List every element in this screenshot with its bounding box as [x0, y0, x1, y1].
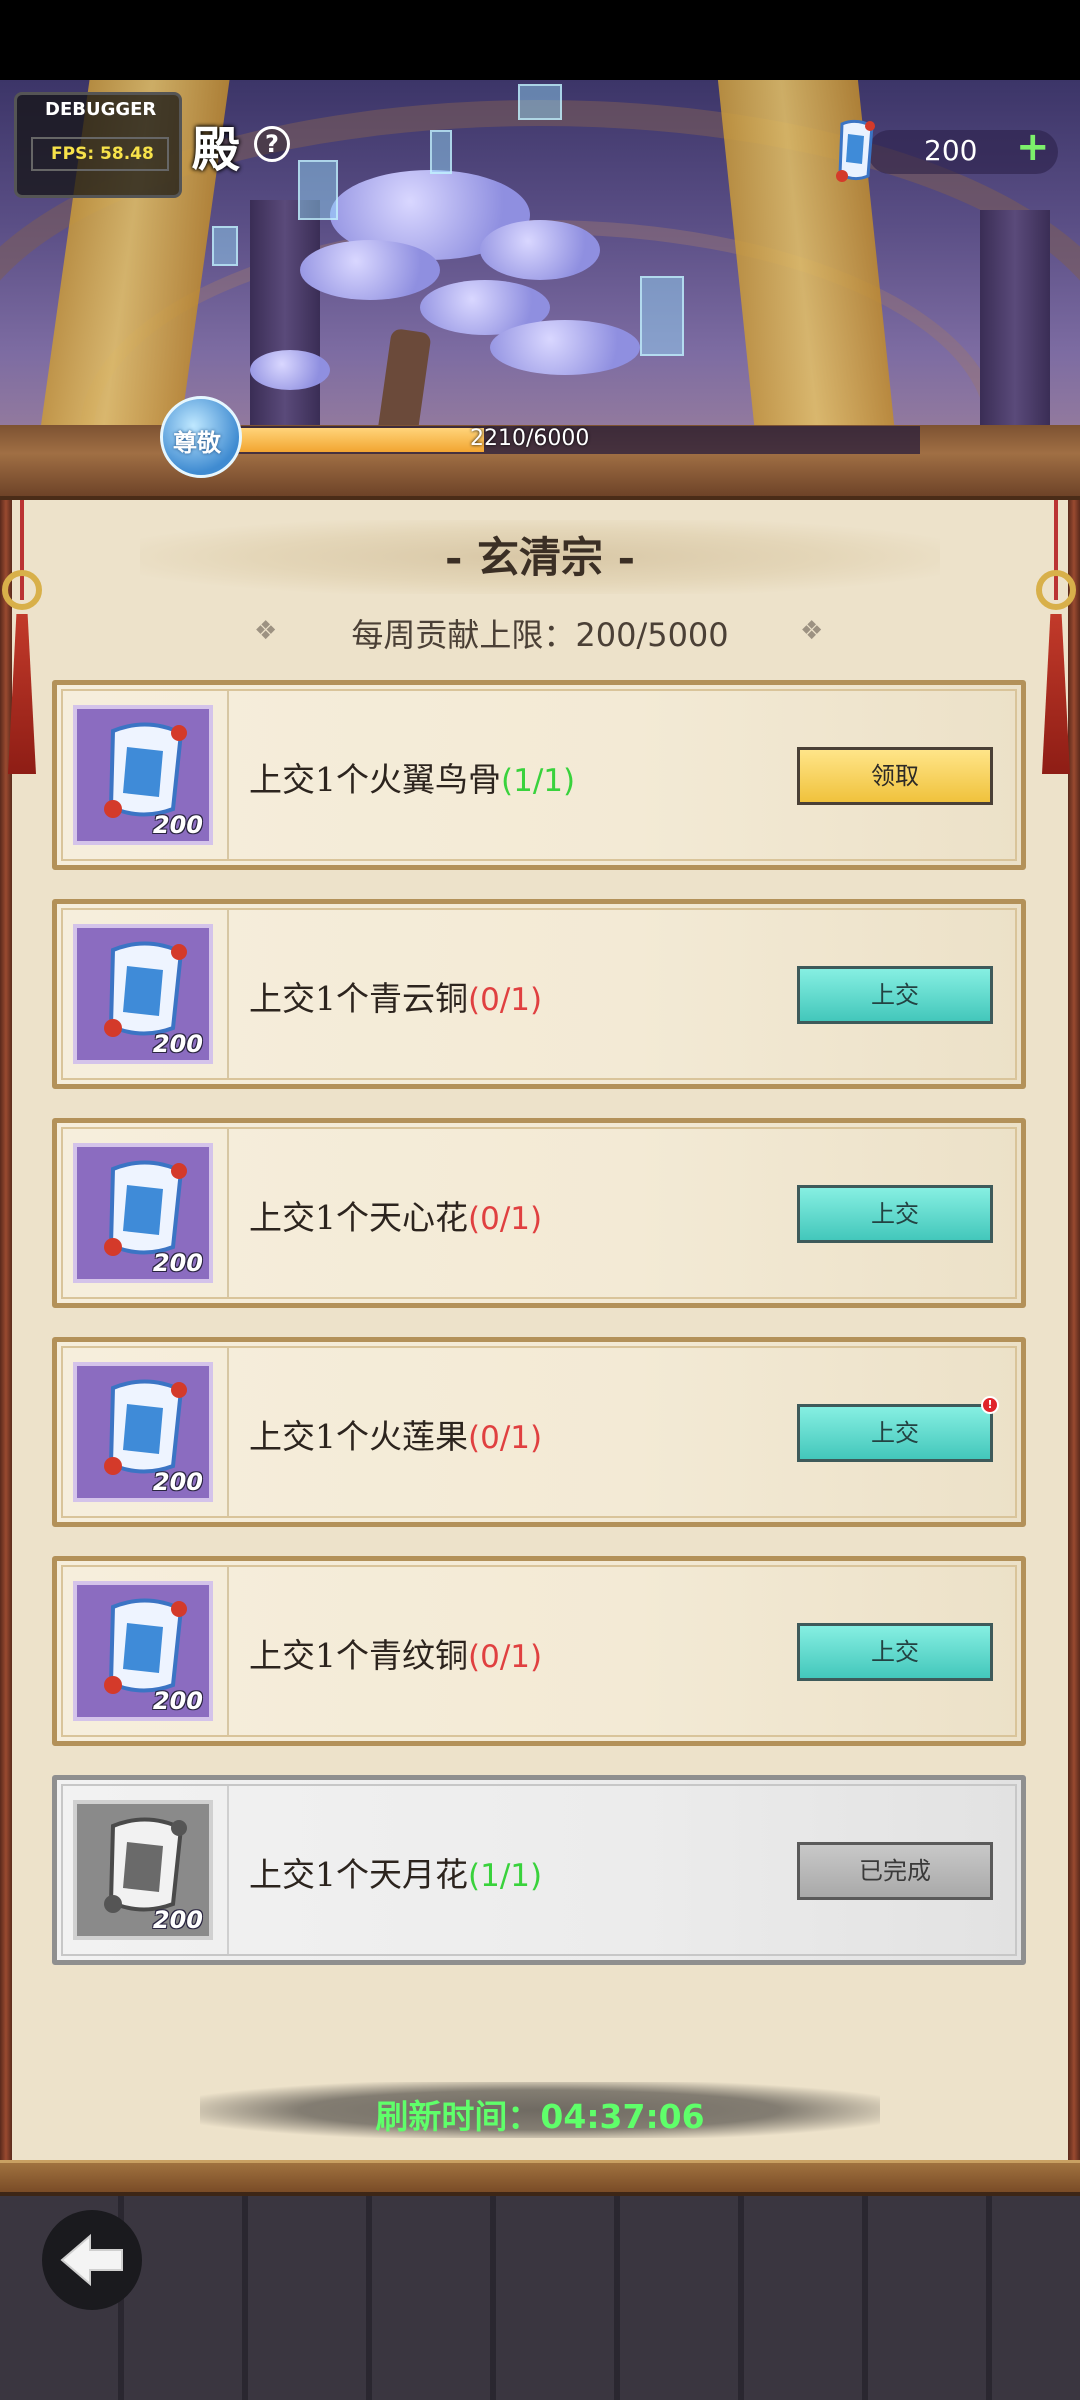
currency-value: 200 — [924, 134, 978, 167]
completed-button: 已完成 — [797, 1842, 993, 1900]
task-progress: (0/1) — [468, 1639, 543, 1675]
task-description: 上交1个青纹铜(0/1) — [249, 1636, 543, 1675]
task-description: 上交1个天心花(0/1) — [249, 1198, 543, 1237]
reverence-badge: 尊敬 — [160, 396, 242, 478]
task-description: 上交1个火翼鸟骨(1/1) — [249, 760, 576, 799]
bottom-floor — [0, 2196, 1080, 2400]
add-currency-button[interactable]: + — [1016, 124, 1050, 170]
submit-button[interactable]: 上交 — [797, 966, 993, 1024]
task-card: 200 上交1个青云铜(0/1) 上交 — [52, 899, 1026, 1089]
reward-amount: 200 — [152, 1468, 203, 1496]
bottom-rail — [0, 2160, 1080, 2196]
question-icon: ? — [265, 130, 279, 158]
currency-display: 200 + — [828, 116, 1058, 184]
debugger-title: DEBUGGER — [45, 99, 157, 120]
reward-icon-box: 200 — [73, 705, 213, 845]
sect-banner: - 玄清宗 - — [140, 520, 940, 594]
weekly-limit: ❖ 每周贡献上限：200/5000 ❖ — [240, 606, 840, 656]
notification-badge: ! — [981, 1396, 999, 1414]
task-card: 200 上交1个火翼鸟骨(1/1) 领取 — [52, 680, 1026, 870]
reward-amount: 200 — [152, 1687, 203, 1715]
reward-icon-box: 200 — [73, 1800, 213, 1940]
task-progress: (0/1) — [468, 982, 543, 1018]
refresh-timer-text: 刷新时间：04:37:06 — [375, 2097, 705, 2136]
task-description: 上交1个火莲果(0/1) — [249, 1417, 543, 1456]
scroll-token-icon — [828, 116, 884, 184]
left-tassel — [2, 500, 42, 780]
claim-button[interactable]: 领取 — [797, 747, 993, 805]
reward-amount: 200 — [152, 1906, 203, 1934]
help-button[interactable]: ? — [254, 126, 290, 162]
back-arrow-icon — [60, 2233, 123, 2287]
reverence-progress-fill — [230, 428, 485, 452]
task-description: 上交1个天月花(1/1) — [249, 1855, 543, 1894]
task-progress: (1/1) — [468, 1858, 543, 1894]
reward-amount: 200 — [152, 1249, 203, 1277]
reward-icon-box: 200 — [73, 924, 213, 1064]
reward-icon-box: 200 — [73, 1362, 213, 1502]
weekly-limit-text: 每周贡献上限：200/5000 — [351, 616, 729, 654]
reward-amount: 200 — [152, 1030, 203, 1058]
reverence-progress-text: 2210/6000 — [470, 426, 590, 451]
right-tassel — [1036, 500, 1076, 780]
task-progress: (1/1) — [501, 763, 576, 799]
page-title: 殿 — [192, 122, 241, 178]
refresh-timer: 刷新时间：04:37:06 — [200, 2082, 880, 2138]
task-card: 200 上交1个青纹铜(0/1) 上交 — [52, 1556, 1026, 1746]
reward-icon-box: 200 — [73, 1143, 213, 1283]
sect-name: - 玄清宗 - — [444, 533, 636, 582]
task-card-completed: 200 上交1个天月花(1/1) 已完成 — [52, 1775, 1026, 1965]
task-description: 上交1个青云铜(0/1) — [249, 979, 543, 1018]
reverence-badge-label: 尊敬 — [173, 428, 221, 457]
debugger-panel[interactable]: DEBUGGER FPS: 58.48 — [14, 92, 182, 198]
task-card: 200 上交1个天心花(0/1) 上交 — [52, 1118, 1026, 1308]
reward-icon-box: 200 — [73, 1581, 213, 1721]
back-button[interactable] — [42, 2210, 142, 2310]
diamond-ornament-icon: ❖ — [800, 616, 824, 646]
task-progress: (0/1) — [468, 1201, 543, 1237]
submit-button[interactable]: 上交 — [797, 1404, 993, 1462]
reverence-progress: 2210/6000 尊敬 — [160, 396, 920, 478]
fps-readout: FPS: 58.48 — [31, 137, 169, 171]
task-card: 200 上交1个火莲果(0/1) 上交 ! — [52, 1337, 1026, 1527]
task-progress: (0/1) — [468, 1420, 543, 1456]
submit-button[interactable]: 上交 — [797, 1623, 993, 1681]
reward-amount: 200 — [152, 811, 203, 839]
submit-button[interactable]: 上交 — [797, 1185, 993, 1243]
status-bar-area — [0, 0, 1080, 80]
